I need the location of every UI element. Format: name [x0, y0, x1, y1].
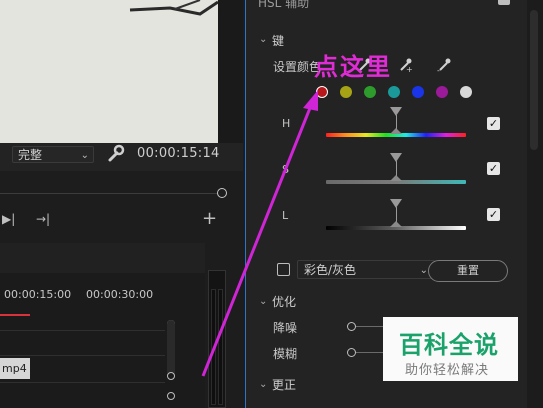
chevron-down-icon: ⌄ [419, 265, 428, 276]
track-divider [0, 330, 165, 331]
scrub-end-handle[interactable] [217, 188, 227, 198]
swatch-white[interactable] [460, 86, 472, 98]
track-zoom-knob[interactable] [167, 372, 175, 380]
transport-controls: ▶| →| + [0, 205, 243, 235]
saturation-label: S [282, 163, 289, 176]
panel-scrollbar[interactable] [530, 10, 538, 150]
swatch-green[interactable] [364, 86, 376, 98]
denoise-slider-knob[interactable] [347, 322, 356, 331]
timeline-scrollbar[interactable] [167, 320, 175, 380]
preview-branch-drawing [129, 0, 218, 16]
ruler-tick-label: 00:00:30:00 [86, 288, 154, 301]
chevron-down-icon[interactable]: ⌄ [259, 296, 267, 307]
svg-text:-: - [437, 66, 440, 73]
video-clip[interactable]: mp4 [0, 358, 30, 379]
playback-quality-select[interactable]: 完整 ⌄ [12, 146, 94, 163]
saturation-enable-checkbox[interactable]: ✓ [487, 162, 500, 175]
svg-text:+: + [406, 65, 413, 73]
section-enable-checkbox[interactable] [498, 0, 510, 5]
reset-button[interactable]: 重置 [428, 260, 508, 282]
scrub-track[interactable] [0, 193, 222, 194]
meter-channel [211, 289, 216, 405]
section-key[interactable]: 键 [272, 32, 284, 49]
timeline-header [0, 243, 205, 273]
denoise-slider-track[interactable] [356, 326, 386, 327]
hue-enable-checkbox[interactable]: ✓ [487, 117, 500, 130]
chevron-down-icon[interactable]: ⌄ [259, 379, 267, 390]
luminance-range-bottom-handle[interactable] [390, 221, 402, 227]
luminance-enable-checkbox[interactable]: ✓ [487, 208, 500, 221]
annotation-callout: 点这里 [314, 53, 392, 81]
track-zoom-knob[interactable] [167, 392, 175, 400]
section-correct[interactable]: 更正 [272, 376, 296, 393]
section-refine[interactable]: 优化 [272, 293, 296, 310]
chevron-down-icon[interactable]: ⌄ [259, 34, 267, 45]
hue-label: H [282, 117, 291, 130]
step-forward-icon[interactable]: ▶| [2, 212, 15, 226]
mask-display-select[interactable]: 彩色/灰色 ⌄ [297, 260, 435, 279]
eyedropper-add-icon[interactable]: + [398, 57, 414, 73]
eyedropper-subtract-icon[interactable]: - [437, 57, 453, 73]
denoise-label: 降噪 [273, 321, 298, 335]
track-divider [0, 355, 165, 356]
blur-slider-knob[interactable] [347, 348, 356, 357]
blur-slider-track[interactable] [356, 352, 386, 353]
watermark-logo: 百科全说 助你轻松解决 [383, 317, 518, 381]
swatch-yellow[interactable] [340, 86, 352, 98]
saturation-range-bottom-handle[interactable] [390, 175, 402, 181]
video-preview [0, 0, 218, 143]
ruler-tick-label: 00:00:15:00 [4, 288, 72, 301]
swatch-magenta[interactable] [436, 86, 448, 98]
chevron-down-icon: ⌄ [80, 150, 89, 161]
go-to-out-icon[interactable]: →| [36, 212, 50, 226]
blur-label: 模糊 [273, 347, 298, 361]
swatch-blue[interactable] [412, 86, 424, 98]
work-area-bar[interactable] [0, 314, 30, 316]
swatch-cyan[interactable] [388, 86, 400, 98]
add-button-icon[interactable]: + [202, 208, 217, 229]
section-hsl-secondary[interactable]: HSL 辅助 [258, 0, 309, 11]
playhead-timecode[interactable]: 00:00:15:14 [137, 146, 220, 161]
audio-meter [208, 270, 226, 408]
watermark-title: 百科全说 [399, 331, 499, 359]
wrench-icon[interactable] [107, 144, 125, 164]
quality-value: 完整 [18, 148, 43, 162]
hue-range-bottom-handle[interactable] [390, 128, 402, 134]
swatch-red[interactable] [316, 86, 328, 98]
track-divider [0, 382, 165, 383]
watermark-subtitle: 助你轻松解决 [405, 363, 490, 378]
mask-display-value: 彩色/灰色 [304, 263, 357, 277]
timeline-ruler[interactable]: 00:00:15:00 00:00:30:00 [0, 285, 170, 305]
luminance-label: L [282, 209, 289, 222]
show-mask-checkbox[interactable] [277, 263, 290, 276]
meter-channel [218, 289, 223, 405]
